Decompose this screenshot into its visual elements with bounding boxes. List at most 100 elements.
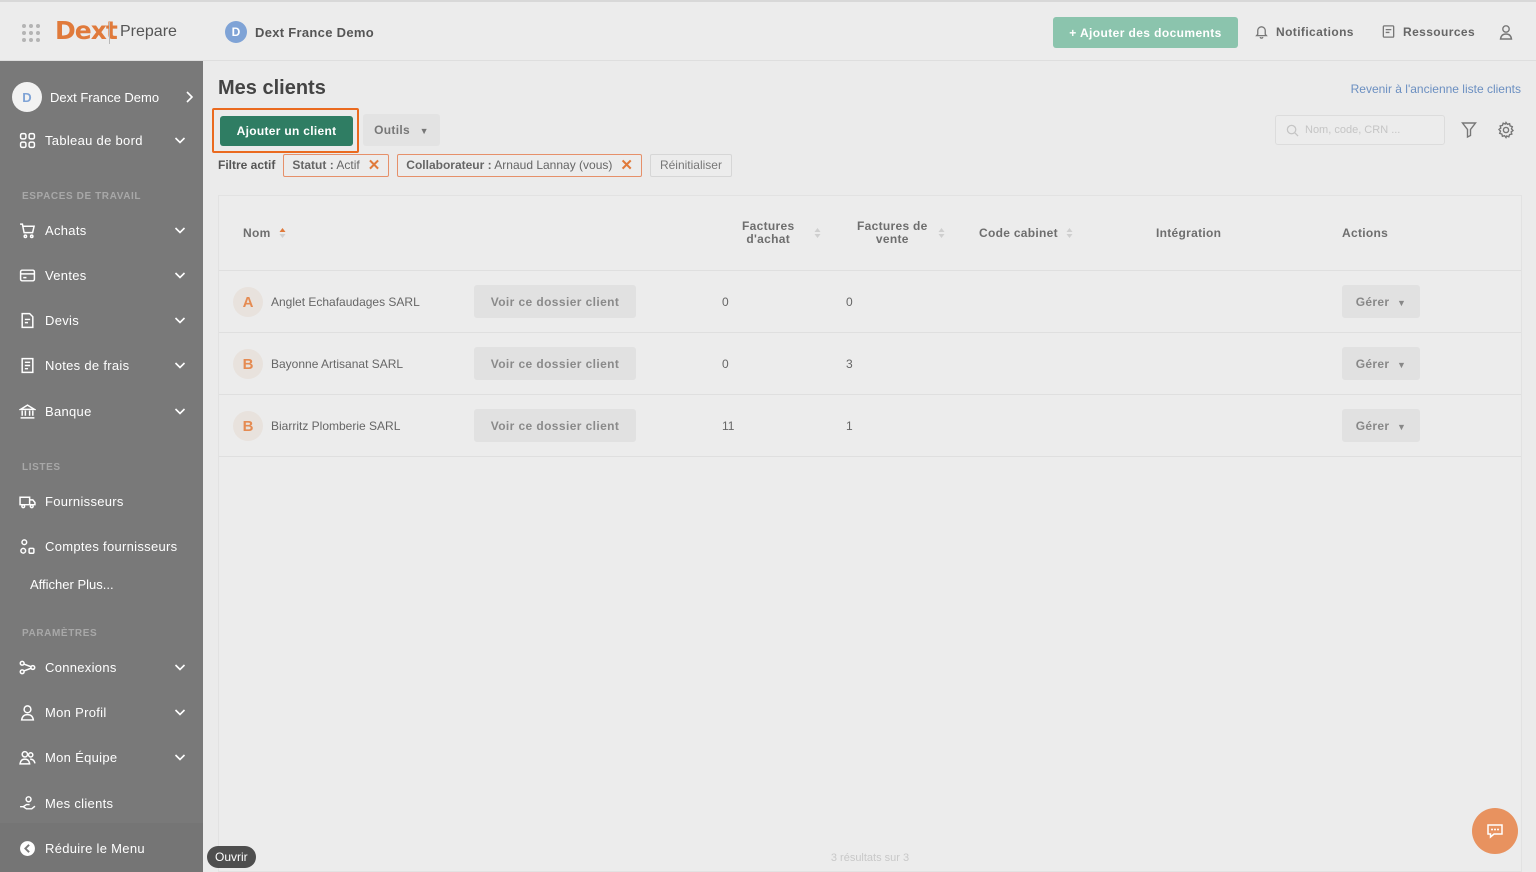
page-title: Mes clients	[218, 77, 326, 99]
sidebar-item-label: Fournisseurs	[45, 493, 124, 509]
manage-dropdown[interactable]: Gérer ▼	[1342, 409, 1420, 442]
sidebar-show-more[interactable]: Afficher Plus...	[30, 577, 114, 592]
product-name: Prepare	[120, 23, 177, 40]
purchase-invoices-count: 11	[722, 419, 735, 433]
sidebar-item-label: Banque	[45, 403, 92, 419]
main-content: Mes clients Revenir à l'ancienne liste c…	[203, 61, 1536, 872]
column-header-firm-code[interactable]: Code cabinet	[979, 226, 1073, 240]
open-client-folder-button[interactable]: Voir ce dossier client	[474, 409, 636, 442]
add-documents-button[interactable]: + Ajouter des documents	[1053, 17, 1238, 48]
filter-icon[interactable]	[1461, 121, 1477, 139]
tools-dropdown[interactable]: Outils ▼	[363, 114, 440, 146]
sidebar-item-label: Mon Équipe	[45, 749, 118, 765]
close-icon[interactable]: ✕	[368, 156, 381, 174]
column-header-name[interactable]: Nom	[243, 226, 286, 240]
sidebar-org-name: Dext France Demo	[50, 89, 160, 105]
sidebar-item-quotes[interactable]: Devis	[18, 308, 186, 332]
manage-dropdown[interactable]: Gérer ▼	[1342, 347, 1420, 380]
filter-chip-collaborator[interactable]: Collaborateur : Arnaud Lannay (vous) ✕	[397, 153, 642, 177]
sidebar-item-label: Notes de frais	[45, 357, 130, 373]
client-initial-avatar: B	[233, 349, 263, 379]
resources-link[interactable]: Ressources	[1381, 24, 1475, 39]
tools-label: Outils	[374, 123, 410, 137]
sidebar: D Dext France Demo Tableau de bord ESPAC…	[0, 61, 203, 872]
table-header: Nom Factures d'achat Factures de vente Cod…	[219, 196, 1521, 271]
cart-icon	[19, 222, 35, 238]
sidebar-item-my-profile[interactable]: Mon Profil	[18, 700, 186, 724]
app-grid-icon[interactable]	[22, 24, 40, 42]
team-icon	[18, 750, 36, 765]
caret-down-icon: ▼	[1396, 421, 1407, 432]
caret-down-icon: ▼	[419, 126, 429, 136]
chat-support-button[interactable]	[1472, 808, 1518, 854]
user-icon	[20, 704, 34, 721]
bank-icon	[18, 403, 36, 419]
sort-icon	[814, 228, 821, 238]
results-count: 3 résultats sur 3	[830, 852, 910, 864]
reset-filters-button[interactable]: Réinitialiser	[649, 153, 732, 177]
sidebar-item-connections[interactable]: Connexions	[18, 655, 186, 679]
chevron-down-icon	[174, 137, 186, 144]
sidebar-item-dashboard[interactable]: Tableau de bord	[18, 128, 186, 152]
sales-invoices-count: 0	[846, 295, 853, 309]
sidebar-item-my-team[interactable]: Mon Équipe	[18, 745, 186, 769]
search-input[interactable]	[1305, 124, 1435, 136]
open-client-folder-button[interactable]: Voir ce dossier client	[474, 347, 636, 380]
sidebar-item-bank[interactable]: Banque	[18, 399, 186, 423]
sidebar-item-label: Connexions	[45, 659, 117, 675]
add-client-highlight: Ajouter un client	[212, 108, 359, 153]
sort-asc-icon	[279, 228, 286, 238]
notifications-label: Notifications	[1276, 24, 1354, 39]
sales-invoices-count: 1	[846, 419, 853, 433]
user-account-icon[interactable]	[1498, 24, 1514, 40]
sidebar-item-my-clients[interactable]: Mes clients	[18, 791, 186, 815]
org-switcher[interactable]: D Dext France Demo	[225, 21, 374, 43]
client-search[interactable]	[1275, 115, 1445, 145]
filter-status-value: Actif	[336, 158, 360, 172]
sales-invoices-count: 3	[846, 357, 853, 371]
dext-logo[interactable]: Dext	[55, 16, 118, 45]
notifications-link[interactable]: Notifications	[1254, 24, 1354, 39]
table-row[interactable]: B Bayonne Artisanat SARL Voir ce dossier…	[219, 333, 1521, 395]
quote-doc-icon	[20, 312, 34, 328]
sidebar-item-expenses[interactable]: Notes de frais	[18, 353, 186, 377]
chat-icon	[1487, 824, 1503, 839]
table-row[interactable]: A Anglet Echafaudages SARL Voir ce dossi…	[219, 271, 1521, 333]
sidebar-item-label: Mes clients	[45, 795, 114, 811]
sidebar-section-lists: LISTES	[22, 462, 61, 473]
sort-icon	[938, 228, 945, 238]
gear-icon[interactable]	[1497, 121, 1515, 139]
close-icon[interactable]: ✕	[620, 156, 633, 174]
old-client-list-link[interactable]: Revenir à l'ancienne liste clients	[1351, 82, 1521, 96]
filter-chip-status[interactable]: Statut : Actif ✕	[283, 153, 390, 177]
open-client-folder-button[interactable]: Voir ce dossier client	[474, 285, 636, 318]
active-filter-label: Filtre actif	[218, 158, 276, 172]
chevron-down-icon	[174, 754, 186, 761]
filter-collab-key: Collaborateur :	[406, 158, 492, 172]
clients-table: Nom Factures d'achat Factures de vente Cod…	[218, 195, 1522, 872]
sidebar-item-suppliers[interactable]: Fournisseurs	[18, 489, 186, 513]
chevron-down-icon	[174, 709, 186, 716]
sidebar-collapse-menu[interactable]: Réduire le Menu	[18, 836, 186, 860]
column-header-actions: Actions	[1342, 226, 1389, 240]
add-client-button[interactable]: Ajouter un client	[220, 116, 353, 146]
sidebar-org-switcher[interactable]: D Dext France Demo	[12, 82, 194, 112]
client-name[interactable]: Biarritz Plomberie SARL	[271, 419, 400, 433]
sidebar-item-purchases[interactable]: Achats	[18, 218, 186, 242]
chevron-down-icon	[174, 227, 186, 234]
table-row[interactable]: B Biarritz Plomberie SARL Voir ce dossie…	[219, 395, 1521, 457]
sidebar-item-supplier-accounts[interactable]: Comptes fournisseurs	[18, 534, 186, 558]
client-name[interactable]: Anglet Echafaudages SARL	[271, 295, 420, 309]
search-icon	[1286, 124, 1299, 137]
dashboard-icon	[19, 132, 35, 148]
sidebar-item-label: Réduire le Menu	[45, 840, 145, 856]
client-name[interactable]: Bayonne Artisanat SARL	[271, 357, 403, 371]
sidebar-item-sales[interactable]: Ventes	[18, 263, 186, 287]
column-header-purchase-invoices[interactable]: Factures d'achat	[742, 220, 821, 246]
org-name: Dext France Demo	[255, 24, 374, 40]
column-header-sales-invoices[interactable]: Factures de vente	[857, 220, 945, 246]
sidebar-org-avatar: D	[12, 82, 42, 112]
manage-dropdown[interactable]: Gérer ▼	[1342, 285, 1420, 318]
chevron-down-icon	[174, 408, 186, 415]
bell-icon	[1255, 26, 1268, 39]
